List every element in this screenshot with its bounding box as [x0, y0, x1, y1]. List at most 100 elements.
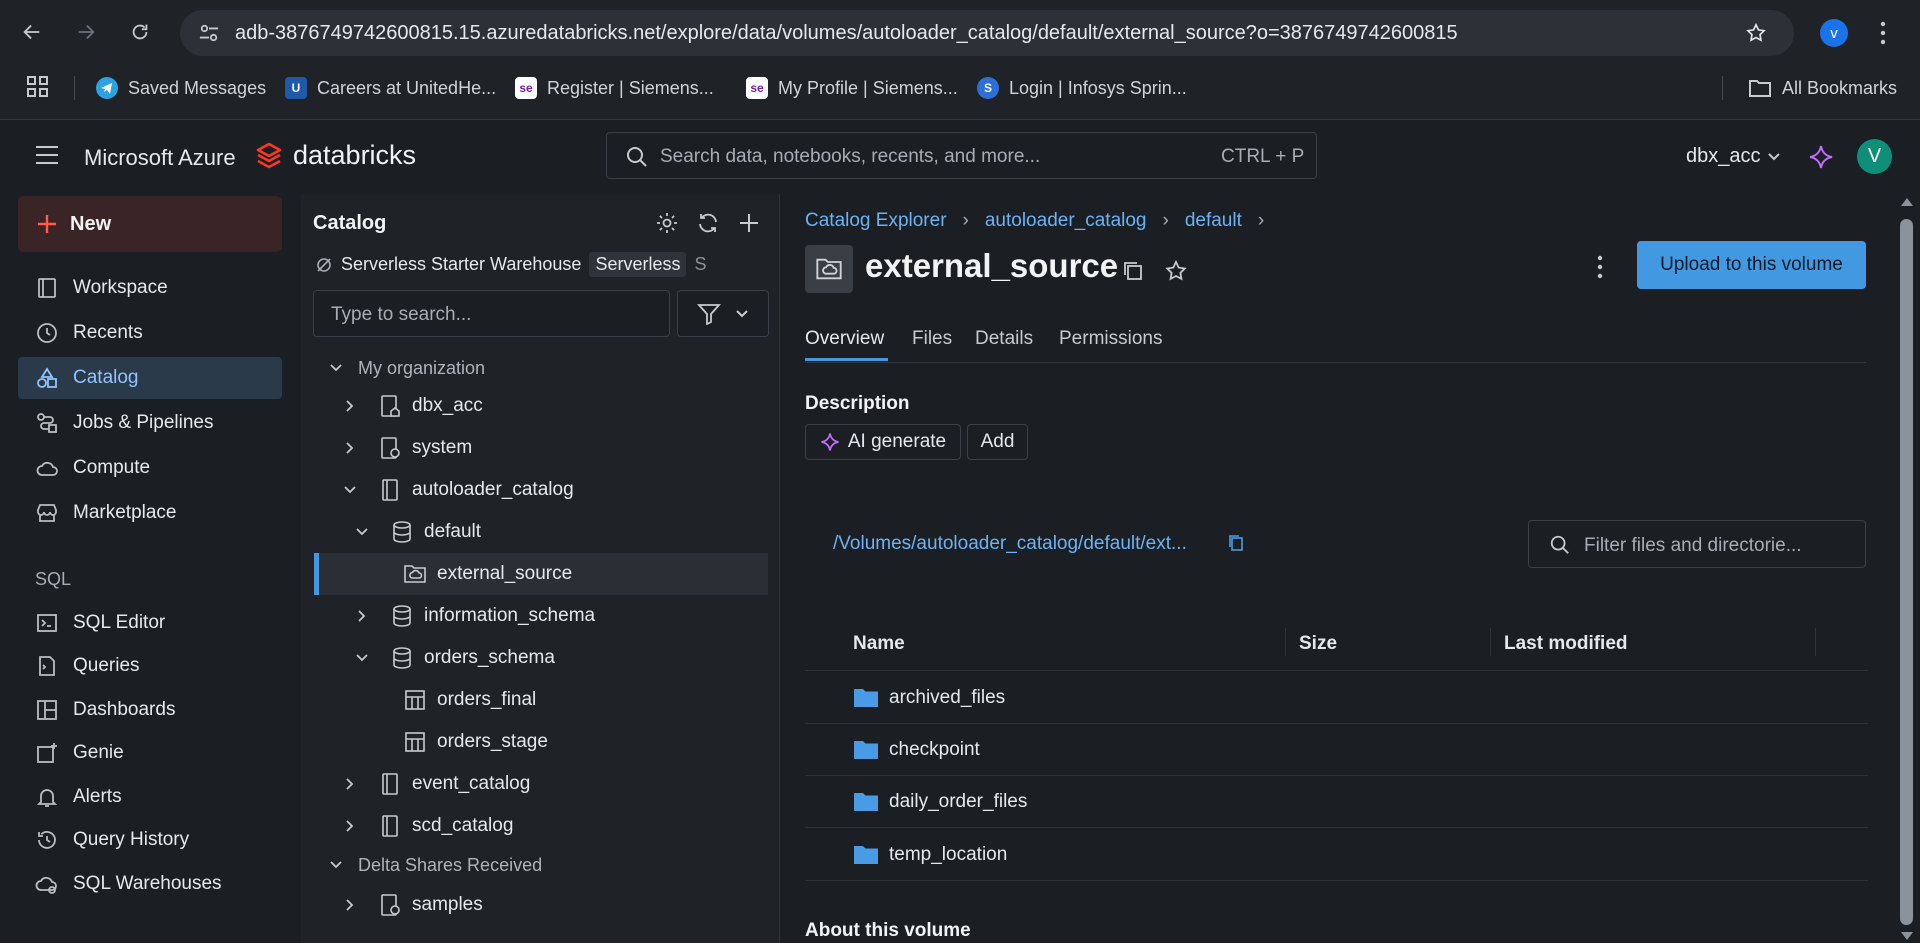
page-title: external_source: [865, 247, 1119, 284]
forward-button[interactable]: [68, 14, 104, 50]
tree-item-scd-catalog[interactable]: scd_catalog: [316, 805, 766, 847]
table-row[interactable]: archived_files: [805, 672, 1868, 724]
tree-item-label: orders_schema: [424, 647, 555, 668]
tree-group-delta-shares[interactable]: Delta Shares Received: [316, 844, 766, 886]
site-info-icon[interactable]: [198, 23, 220, 43]
nav-jobs-pipelines[interactable]: Jobs & Pipelines: [18, 402, 282, 444]
nav-compute[interactable]: Compute: [18, 447, 282, 489]
chevron-right-icon: [346, 442, 354, 454]
tree-item-system[interactable]: system: [316, 427, 766, 469]
tree-item-external-source[interactable]: external_source: [314, 553, 768, 595]
global-search[interactable]: Search data, notebooks, recents, and mor…: [606, 132, 1317, 179]
nav-label: Catalog: [73, 367, 139, 388]
filter-button[interactable]: [677, 290, 769, 337]
nav-alerts[interactable]: Alerts: [18, 776, 282, 818]
nav-recents[interactable]: Recents: [18, 312, 282, 354]
breadcrumb-catalog-explorer[interactable]: Catalog Explorer: [805, 210, 947, 232]
table-row[interactable]: temp_location: [805, 829, 1868, 881]
nav-genie[interactable]: Genie: [18, 732, 282, 774]
tab-details[interactable]: Details: [975, 328, 1033, 350]
add-plus-icon[interactable]: [737, 211, 761, 235]
breadcrumb-autoloader-catalog[interactable]: autoloader_catalog: [985, 210, 1147, 232]
tree-item-samples[interactable]: samples: [316, 884, 766, 926]
page-scrollbar[interactable]: [1893, 194, 1920, 943]
apps-grid-icon[interactable]: [27, 76, 49, 98]
bookmark-infosys[interactable]: S Login | Infosys Sprin...: [977, 74, 1187, 102]
telegram-icon: [96, 77, 118, 99]
kebab-menu-icon[interactable]: [1595, 255, 1605, 279]
column-name[interactable]: Name: [853, 633, 905, 655]
clock-icon: [37, 323, 57, 343]
chevron-right-icon: [346, 899, 354, 911]
tree-item-autoloader-catalog[interactable]: autoloader_catalog: [316, 469, 766, 511]
ai-generate-button[interactable]: AI generate: [805, 424, 961, 460]
bookmark-siemens-profile[interactable]: se My Profile | Siemens...: [746, 74, 958, 102]
upload-to-volume-button[interactable]: Upload to this volume: [1637, 241, 1866, 289]
tree-item-orders-schema[interactable]: orders_schema: [316, 637, 766, 679]
reload-button[interactable]: [122, 14, 158, 50]
tree-item-default-schema[interactable]: default: [316, 511, 766, 553]
tab-overview[interactable]: Overview: [805, 328, 884, 350]
column-divider: [1490, 628, 1491, 656]
chevron-down-icon: [736, 309, 748, 317]
browser-profile-avatar[interactable]: v: [1820, 19, 1848, 47]
tab-permissions[interactable]: Permissions: [1059, 328, 1162, 350]
hamburger-menu-icon[interactable]: [36, 146, 58, 164]
nav-catalog[interactable]: Catalog: [18, 357, 282, 399]
add-description-button[interactable]: Add: [967, 424, 1028, 460]
tree-item-dbx-acc[interactable]: dbx_acc: [316, 385, 766, 427]
table-row[interactable]: checkpoint: [805, 724, 1868, 776]
column-last-modified[interactable]: Last modified: [1504, 633, 1628, 655]
scroll-up-arrow[interactable]: [1901, 198, 1913, 206]
copy-path-icon[interactable]: [1228, 534, 1244, 552]
nav-query-history[interactable]: Query History: [18, 819, 282, 861]
tree-item-orders-final[interactable]: orders_final: [316, 679, 766, 721]
warehouse-selector[interactable]: Serverless Starter Warehouse Serverless …: [315, 252, 771, 277]
tab-files[interactable]: Files: [912, 328, 952, 350]
back-button[interactable]: [14, 14, 50, 50]
all-bookmarks[interactable]: All Bookmarks: [1748, 74, 1897, 102]
bookmark-star-icon[interactable]: [1745, 22, 1767, 44]
tree-item-label: orders_stage: [437, 731, 548, 752]
filter-files-input[interactable]: Filter files and directorie...: [1528, 520, 1866, 568]
tree-item-event-catalog[interactable]: event_catalog: [316, 763, 766, 805]
catalog-search-input[interactable]: Type to search...: [313, 290, 670, 337]
nav-queries[interactable]: Queries: [18, 645, 282, 687]
tree-item-label: event_catalog: [412, 773, 531, 794]
nav-marketplace[interactable]: Marketplace: [18, 492, 282, 534]
scrollbar-thumb[interactable]: [1900, 219, 1913, 925]
column-size[interactable]: Size: [1299, 633, 1337, 655]
file-name: daily_order_files: [889, 790, 1028, 812]
breadcrumb-default[interactable]: default: [1185, 210, 1242, 232]
serverless-badge: Serverless: [589, 252, 687, 277]
user-avatar[interactable]: V: [1857, 139, 1892, 174]
assistant-sparkle-icon[interactable]: [1808, 144, 1834, 170]
copy-icon[interactable]: [1122, 260, 1144, 282]
nav-label: Recents: [73, 322, 143, 343]
infosys-icon: S: [977, 77, 999, 99]
bookmark-unitedhealth[interactable]: U Careers at UnitedHe...: [285, 74, 496, 102]
table-row[interactable]: daily_order_files: [805, 776, 1868, 828]
volume-path-link[interactable]: /Volumes/autoloader_catalog/default/ext.…: [833, 533, 1187, 555]
folder-icon: [854, 846, 878, 864]
settings-gear-icon[interactable]: [655, 211, 679, 235]
bookmark-label: My Profile | Siemens...: [778, 77, 958, 98]
favorite-star-icon[interactable]: [1164, 259, 1188, 283]
bookmark-saved-messages[interactable]: Saved Messages: [96, 74, 266, 102]
address-bar[interactable]: adb-3876749742600815.15.azuredatabricks.…: [180, 10, 1794, 56]
tree-item-orders-stage[interactable]: orders_stage: [316, 721, 766, 763]
tree-item-information-schema[interactable]: information_schema: [316, 595, 766, 637]
databricks-brand: databricks: [293, 140, 417, 170]
nav-workspace[interactable]: Workspace: [18, 267, 282, 309]
nav-sql-warehouses[interactable]: SQL Warehouses: [18, 863, 282, 905]
nav-sql-editor[interactable]: SQL Editor: [18, 602, 282, 644]
bookmark-siemens-register[interactable]: se Register | Siemens...: [515, 74, 714, 102]
browser-menu-icon[interactable]: [1878, 20, 1888, 46]
scroll-down-arrow[interactable]: [1901, 932, 1913, 940]
workspace-switcher[interactable]: dbx_acc: [1686, 145, 1781, 168]
new-button[interactable]: New: [18, 196, 282, 252]
tree-group-my-organization[interactable]: My organization: [316, 347, 766, 389]
refresh-icon[interactable]: [696, 211, 720, 235]
nav-dashboards[interactable]: Dashboards: [18, 689, 282, 731]
schema-database-icon: [393, 647, 411, 669]
